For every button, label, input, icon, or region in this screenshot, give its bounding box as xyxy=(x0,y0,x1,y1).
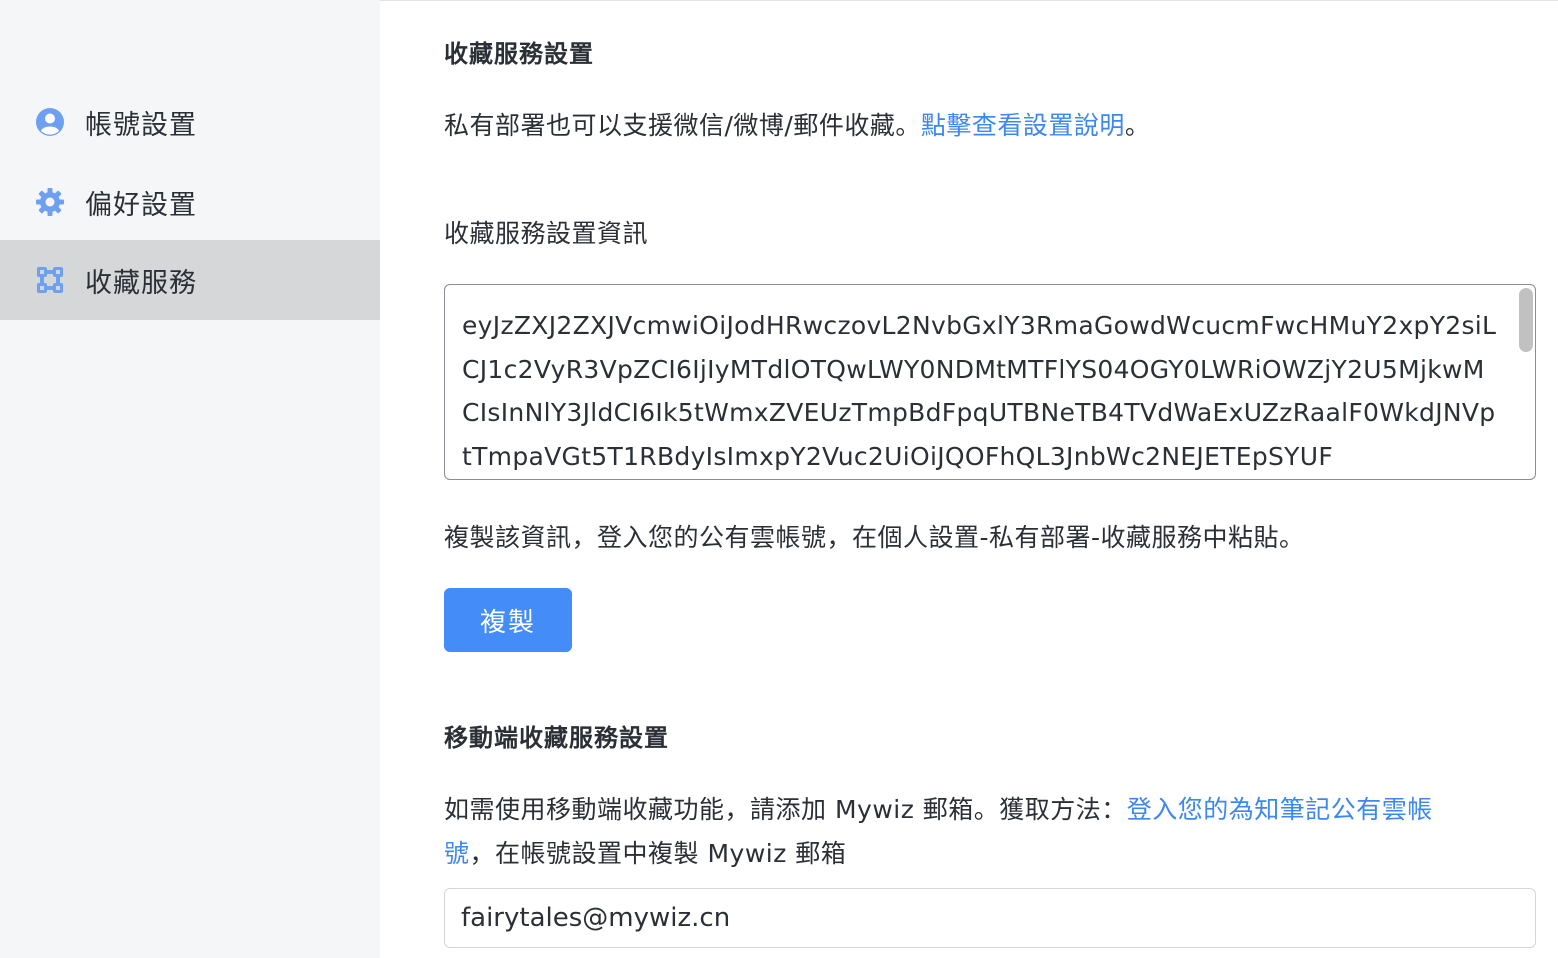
copy-button[interactable]: 複製 xyxy=(444,588,572,652)
collection-service-icon xyxy=(34,264,66,296)
mobile-section-title: 移動端收藏服務設置 xyxy=(444,724,669,752)
public-cloud-login-link[interactable]: 登入您的為知筆記公有雲帳 xyxy=(1127,795,1433,824)
copy-instruction: 複製該資訊，登入您的公有雲帳號，在個人設置-私有部署-收藏服務中粘貼。 xyxy=(444,523,1305,552)
main-content: 收藏服務設置 私有部署也可以支援微信/微博/郵件收藏。點擊查看設置說明。 收藏服… xyxy=(444,0,1536,958)
mobile-paragraph-line2: 號，在帳號設置中複製 Mywiz 郵箱 xyxy=(444,834,846,870)
intro-text: 私有部署也可以支援微信/微博/郵件收藏。 xyxy=(444,111,921,140)
intro-paragraph: 私有部署也可以支援微信/微博/郵件收藏。點擊查看設置說明。 xyxy=(444,106,1150,142)
sidebar-item-label: 帳號設置 xyxy=(85,109,197,141)
user-icon xyxy=(34,106,66,138)
sidebar-item-label: 偏好設置 xyxy=(85,189,197,221)
config-info-value[interactable]: eyJzZXJ2ZXJVcmwiOiJodHRwczovL2NvbGxlY3Rm… xyxy=(462,304,1502,478)
info-label: 收藏服務設置資訊 xyxy=(444,219,649,248)
sidebar-item-preferences[interactable]: 偏好設置 xyxy=(0,162,380,242)
sidebar-item-label: 收藏服務 xyxy=(85,267,197,299)
mobile-text: 如需使用移動端收藏功能，請添加 Mywiz 郵箱。獲取方法： xyxy=(444,795,1127,824)
config-info-textarea[interactable]: eyJzZXJ2ZXJVcmwiOiJodHRwczovL2NvbGxlY3Rm… xyxy=(444,284,1536,480)
mobile-text-tail: ，在帳號設置中複製 Mywiz 郵箱 xyxy=(469,839,847,868)
section-title: 收藏服務設置 xyxy=(444,40,594,68)
sidebar-item-account[interactable]: 帳號設置 xyxy=(0,82,380,162)
public-cloud-login-link-cont[interactable]: 號 xyxy=(444,839,470,868)
gear-icon xyxy=(34,186,66,218)
intro-tail: 。 xyxy=(1124,111,1151,140)
setup-guide-link[interactable]: 點擊查看設置說明 xyxy=(921,111,1125,140)
sidebar-item-collection-service[interactable]: 收藏服務 xyxy=(0,240,380,320)
textarea-scrollbar[interactable] xyxy=(1519,288,1533,352)
mobile-paragraph-line1: 如需使用移動端收藏功能，請添加 Mywiz 郵箱。獲取方法：登入您的為知筆記公有… xyxy=(444,790,1433,826)
mywiz-email-field[interactable] xyxy=(444,888,1536,948)
sidebar: 帳號設置 偏好設置 收藏服務 xyxy=(0,0,380,958)
